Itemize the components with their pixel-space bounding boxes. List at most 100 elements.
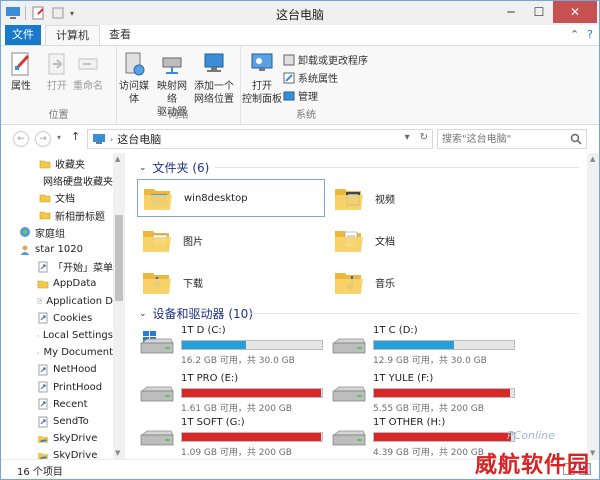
add-network-location-button[interactable]: 添加一个 网络位置 xyxy=(193,50,235,106)
open-button[interactable]: 打开 xyxy=(45,50,69,93)
scroll-up-icon[interactable]: ▲ xyxy=(115,155,120,163)
nav-item[interactable]: Local Settings xyxy=(1,327,113,344)
folder-item[interactable]: 音乐 xyxy=(329,263,499,301)
group-label-system: 系统 xyxy=(296,110,316,121)
nav-item[interactable]: Recent xyxy=(1,396,113,413)
tab-file[interactable]: 文件 xyxy=(5,25,41,45)
rename-button[interactable]: 重命名 xyxy=(73,50,103,93)
nav-item[interactable]: SendTo xyxy=(1,413,113,430)
nav-item[interactable]: AppData xyxy=(1,275,113,292)
search-icon[interactable] xyxy=(570,133,582,145)
folders-group-header[interactable]: ⌄ 文件夹 (6) xyxy=(139,159,209,176)
access-media-button[interactable]: 访问媒体 xyxy=(117,50,151,106)
content-scrollbar[interactable]: ▲ ▼ xyxy=(587,153,599,459)
ribbon-collapse-icon[interactable]: ⌃ xyxy=(570,28,579,41)
drive-item[interactable]: 1T YULE (F:) 5.55 GB 可用，共 200 GB xyxy=(331,373,521,414)
nav-item[interactable]: 「开始」菜单 xyxy=(1,258,113,275)
shortcut-icon xyxy=(37,298,42,304)
nav-item[interactable]: My Document xyxy=(1,344,113,361)
open-control-panel-button[interactable]: 打开 控制面板 xyxy=(241,50,283,106)
folder-item[interactable]: 视频 xyxy=(329,179,499,217)
shortcut-icon xyxy=(37,334,39,337)
open-control-panel-label: 打开 控制面板 xyxy=(242,81,282,105)
nav-item-label: 新相册标题 xyxy=(55,211,105,223)
forward-button[interactable]: → xyxy=(35,131,51,147)
scroll-down-icon[interactable]: ▼ xyxy=(590,449,595,457)
nav-item[interactable]: star 1020 xyxy=(1,241,113,258)
close-button[interactable]: ✕ xyxy=(553,1,597,23)
drive-space-info: 1.09 GB 可用，共 200 GB xyxy=(181,448,292,458)
drive-usage-fill xyxy=(374,433,512,441)
search-input[interactable] xyxy=(438,130,564,148)
nav-scroll-thumb[interactable] xyxy=(115,215,123,301)
computer-icon xyxy=(93,134,105,144)
maximize-button[interactable]: ☐ xyxy=(525,1,553,23)
media-server-icon xyxy=(125,52,145,76)
drive-space-info: 5.55 GB 可用，共 200 GB xyxy=(373,404,484,414)
up-button[interactable]: ↑ xyxy=(71,130,80,143)
nav-item[interactable]: Cookies xyxy=(1,310,113,327)
scroll-up-icon[interactable]: ▲ xyxy=(590,155,595,163)
folder-pictures-icon xyxy=(143,231,171,252)
properties-icon xyxy=(11,52,30,76)
rename-icon xyxy=(78,58,98,70)
system-properties-button[interactable]: 系统属性 xyxy=(283,70,338,85)
tab-view[interactable]: 查看 xyxy=(99,25,141,45)
ribbon: 属性 打开 重命名 位置 访问媒体 映射网络 驱动器 添加一个 网络位置 网络 … xyxy=(1,45,599,125)
folder-item[interactable]: 文档 xyxy=(329,221,499,259)
shortcut-icon xyxy=(38,416,48,427)
nav-item[interactable]: 新相册标题 xyxy=(1,207,113,224)
folder-icon xyxy=(39,194,51,203)
address-box[interactable]: › 这台电脑 ▾ ↻ xyxy=(87,129,433,149)
recent-locations-button[interactable]: ▾ xyxy=(57,133,61,142)
access-media-label: 访问媒体 xyxy=(119,81,149,105)
refresh-icon[interactable]: ↻ xyxy=(420,132,428,143)
folder-item[interactable]: 下载 xyxy=(137,263,307,301)
scroll-down-icon[interactable]: ▼ xyxy=(115,449,120,457)
nav-item-label: 网络硬盘收藏夹 xyxy=(43,177,113,189)
nav-item-label: AppData xyxy=(53,278,97,290)
help-icon[interactable]: ? xyxy=(587,28,593,41)
folder-item[interactable]: win8desktop xyxy=(137,179,325,217)
site-watermark: 威航软件园 xyxy=(475,452,591,478)
nav-item[interactable]: Application D xyxy=(1,293,113,310)
nav-item[interactable]: 文档 xyxy=(1,189,113,206)
breadcrumb-chevron-icon[interactable]: › xyxy=(110,135,113,144)
properties-button[interactable]: 属性 xyxy=(9,50,33,93)
folder-icon xyxy=(37,280,49,289)
nav-item[interactable]: NetHood xyxy=(1,361,113,378)
tab-computer[interactable]: 计算机 xyxy=(45,25,100,46)
manage-button[interactable]: 管理 xyxy=(283,88,318,103)
nav-item[interactable]: SkyDrive xyxy=(1,430,113,447)
address-controls: ▾ ↻ xyxy=(405,132,428,143)
minimize-button[interactable]: ─ xyxy=(497,1,525,23)
folder-video-icon xyxy=(335,189,363,210)
nav-item[interactable]: 家庭组 xyxy=(1,224,113,241)
collapse-icon: ⌄ xyxy=(139,308,147,319)
manage-icon xyxy=(283,91,295,100)
shortcut-icon xyxy=(38,364,48,376)
drive-usage-fill xyxy=(182,433,321,441)
drive-item[interactable]: 1T D (C:) 16.2 GB 可用，共 30.0 GB xyxy=(139,325,329,366)
system-properties-icon xyxy=(283,72,295,83)
uninstall-program-button[interactable]: 卸载或更改程序 xyxy=(283,52,368,67)
nav-scrollbar[interactable]: ▲ ▼ xyxy=(113,153,125,459)
nav-item[interactable]: 网络硬盘收藏夹 xyxy=(1,172,113,189)
drive-item[interactable]: 1T C (D:) 12.9 GB 可用，共 30.0 GB xyxy=(331,325,521,366)
drive-item[interactable]: 1T SOFT (G:) 1.09 GB 可用，共 200 GB xyxy=(139,417,329,458)
folder-label: 图片 xyxy=(183,236,203,248)
search-box[interactable] xyxy=(437,129,587,149)
nav-item[interactable]: 收藏夹 xyxy=(1,155,113,172)
drives-group-header[interactable]: ⌄ 设备和驱动器 (10) xyxy=(139,305,253,322)
drive-usage-fill xyxy=(374,341,454,349)
homegroup-icon xyxy=(20,227,30,238)
nav-item[interactable]: PrintHood xyxy=(1,379,113,396)
breadcrumb-this-pc[interactable]: 这台电脑 xyxy=(117,131,161,147)
address-dropdown-icon[interactable]: ▾ xyxy=(405,132,410,143)
drive-usage-bar xyxy=(181,340,323,350)
back-button[interactable]: ← xyxy=(13,131,29,147)
drive-usage-bar xyxy=(373,432,515,442)
drive-name: 1T OTHER (H:) xyxy=(373,417,446,428)
folder-item[interactable]: 图片 xyxy=(137,221,307,259)
drive-item[interactable]: 1T PRO (E:) 1.61 GB 可用，共 200 GB xyxy=(139,373,329,414)
